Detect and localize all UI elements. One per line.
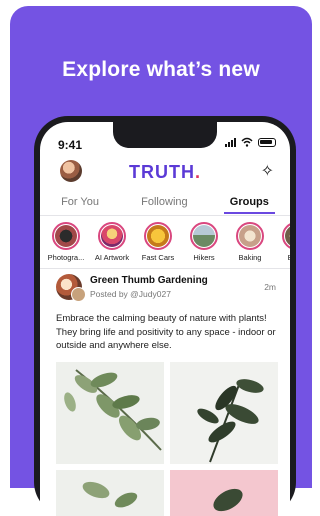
tab-following[interactable]: Following bbox=[135, 192, 193, 214]
group-stories-row: Photogra... AI Artwork Fast Cars Hikers … bbox=[46, 222, 290, 262]
user-avatar[interactable] bbox=[71, 287, 86, 302]
plant-image bbox=[82, 481, 138, 508]
tabs-divider bbox=[40, 215, 290, 216]
phone-notch bbox=[113, 122, 217, 148]
story-photography[interactable]: Photogra... bbox=[46, 222, 86, 262]
story-ai-artwork[interactable]: AI Artwork bbox=[92, 222, 132, 262]
phone-frame: 9:41 TRUTH. ✧ For You Following Groups P… bbox=[34, 116, 296, 516]
battery-icon bbox=[258, 137, 276, 147]
post-body: Embrace the calming beauty of nature wit… bbox=[56, 313, 276, 351]
story-back[interactable]: Back bbox=[276, 222, 290, 262]
story-label: Photogra... bbox=[47, 253, 85, 262]
post-photo-2[interactable] bbox=[170, 362, 278, 464]
story-fast-cars[interactable]: Fast Cars bbox=[138, 222, 178, 262]
promo-headline: Explore what’s new bbox=[62, 58, 260, 81]
plant-image bbox=[64, 369, 162, 451]
story-baking[interactable]: Baking bbox=[230, 222, 270, 262]
story-label: Baking bbox=[238, 253, 262, 262]
status-time: 9:41 bbox=[58, 138, 83, 152]
tab-for-you[interactable]: For You bbox=[55, 192, 105, 214]
app-logo: TRUTH. bbox=[128, 162, 201, 182]
post-photo-4[interactable] bbox=[170, 470, 278, 516]
plant-image bbox=[213, 488, 243, 512]
tab-groups[interactable]: Groups bbox=[223, 192, 275, 214]
wifi-icon bbox=[241, 137, 253, 147]
posted-by[interactable]: Posted by @Judy027 bbox=[90, 289, 171, 299]
post-photo-1[interactable] bbox=[56, 362, 164, 464]
group-name[interactable]: Green Thumb Gardening bbox=[90, 275, 208, 286]
phone-screen: 9:41 TRUTH. ✧ For You Following Groups P… bbox=[40, 122, 290, 516]
story-label: AI Artwork bbox=[94, 253, 130, 262]
signal-icon bbox=[225, 137, 236, 147]
story-hikers[interactable]: Hikers bbox=[184, 222, 224, 262]
plant-image bbox=[197, 379, 264, 463]
post-photo-3[interactable] bbox=[56, 470, 164, 516]
stories-divider bbox=[40, 268, 290, 269]
story-label: Fast Cars bbox=[141, 253, 175, 262]
story-label: Back bbox=[275, 253, 290, 262]
post-time: 2m bbox=[264, 282, 276, 292]
sparkles-icon[interactable]: ✧ bbox=[261, 161, 274, 181]
story-label: Hikers bbox=[193, 253, 215, 262]
status-icons bbox=[225, 137, 276, 147]
feed-tabs: For You Following Groups bbox=[40, 192, 290, 214]
